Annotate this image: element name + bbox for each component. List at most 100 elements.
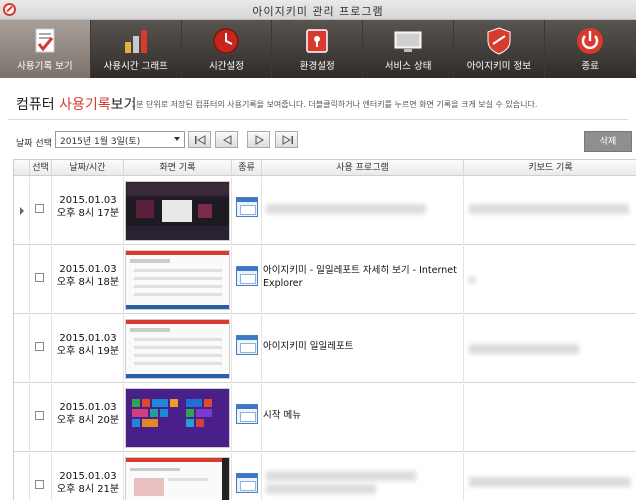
window-app-icon: [236, 197, 258, 217]
shield-icon: [487, 27, 511, 55]
row-selector[interactable]: [14, 384, 30, 452]
date-select[interactable]: 2015년 1월 3일(토): [55, 131, 185, 148]
page-title-prefix: 컴퓨터: [16, 97, 60, 113]
row-time: 오후 8시 19분: [56, 346, 120, 357]
header-screen[interactable]: 화면 기록: [124, 160, 232, 176]
row-checkbox[interactable]: [35, 411, 44, 420]
screen-thumbnail[interactable]: [125, 388, 230, 448]
next-icon: [255, 135, 265, 145]
toolbar-time-settings[interactable]: 시간설정: [182, 20, 273, 78]
date-label: 날짜 선택: [16, 139, 52, 149]
title-bar: 아이지키미 관리 프로그램: [0, 0, 636, 20]
window-app-icon: [236, 266, 258, 286]
table-row[interactable]: 2015.01.03 오후 8시 19분 아이지키미 일일레포트: [14, 315, 636, 383]
row-program-text: 아이지키미 - 일일레포트 자세히 보기 - Internet Explorer: [263, 265, 457, 289]
monitor-icon: [394, 31, 422, 52]
first-day-button[interactable]: [188, 131, 211, 148]
row-datetime: 2015.01.03 오후 8시 18분: [52, 263, 124, 289]
blurred-keyboard: [469, 204, 629, 214]
current-row-indicator-icon: [20, 207, 24, 215]
header-program[interactable]: 사용 프로그램: [262, 160, 464, 176]
header-keyboard[interactable]: 키보드 기록: [464, 160, 636, 176]
row-datetime: 2015.01.03 오후 8시 20분: [52, 401, 124, 427]
row-datetime: 2015.01.03 오후 8시 21분: [52, 470, 124, 496]
blurred-program: [266, 471, 416, 481]
toolbar-label: 사용시간 그래프: [103, 61, 168, 72]
toolbar-about[interactable]: 아이지키미 정보: [454, 20, 545, 78]
window-title: 아이지키미 관리 프로그램: [252, 5, 384, 18]
table-row[interactable]: 2015.01.03 오후 8시 21분: [14, 453, 636, 500]
toolbar-label: 시간설정: [209, 61, 244, 72]
toolbar-usage-graph[interactable]: 사용시간 그래프: [91, 20, 182, 78]
header-type[interactable]: 종류: [232, 160, 262, 176]
prev-icon: [222, 135, 232, 145]
blurred-keyboard: [469, 477, 631, 487]
clock-icon: [213, 28, 240, 54]
table-row[interactable]: 2015.01.03 오후 8시 20분 시작 메뉴: [14, 384, 636, 452]
cell-select: [30, 453, 52, 500]
screen-thumbnail[interactable]: [125, 250, 230, 310]
page-description: 1분 단위로 저장된 컴퓨터의 사용기록을 보여줍니다. 더블클릭하거나 엔터키…: [131, 100, 538, 109]
screen-thumbnail[interactable]: [125, 181, 230, 241]
row-time: 오후 8시 17분: [56, 208, 120, 219]
bar-graph-icon: [124, 30, 147, 53]
row-date: 2015.01.03: [59, 333, 117, 344]
next-day-button[interactable]: [247, 131, 270, 148]
window-app-icon: [236, 404, 258, 424]
row-checkbox[interactable]: [35, 480, 44, 489]
row-program: 아이지키미 - 일일레포트 자세히 보기 - Internet Explorer: [262, 246, 460, 314]
lock-settings-icon: [306, 29, 329, 53]
table-row[interactable]: 2015.01.03 오후 8시 18분 아이지키미 - 일일레포트 자세히 보기…: [14, 246, 636, 314]
row-time: 오후 8시 21분: [56, 484, 120, 495]
toolbar-label: 환경설정: [299, 61, 335, 72]
toolbar-service-status[interactable]: 서비스 상태: [363, 20, 454, 78]
blurred-keyboard: [469, 276, 475, 284]
page-title: 컴퓨터 사용기록보기: [16, 94, 136, 114]
row-selector[interactable]: [14, 246, 30, 314]
blurred-program: [266, 484, 376, 494]
table-row[interactable]: 2015.01.03 오후 8시 17분: [14, 177, 636, 245]
row-program: 아이지키미 일일레포트: [262, 315, 460, 383]
prev-day-button[interactable]: [215, 131, 238, 148]
skip-last-icon: [282, 135, 293, 145]
window-app-icon: [236, 335, 258, 355]
screen-thumbnail[interactable]: [125, 457, 230, 500]
toolbar-exit[interactable]: 종료: [545, 20, 636, 78]
row-time: 오후 8시 18분: [56, 277, 120, 288]
row-program: 시작 메뉴: [262, 384, 460, 452]
delete-button[interactable]: 삭제: [584, 131, 632, 152]
window-app-icon: [236, 473, 258, 493]
toolbar-usage-record[interactable]: 사용기록 보기: [0, 20, 91, 78]
toolbar-label: 종료: [581, 61, 599, 72]
date-select-value: 2015년 1월 3일(토): [60, 137, 141, 147]
record-check-icon: [35, 28, 55, 53]
blurred-program: [266, 204, 426, 214]
main-toolbar: 사용기록 보기 사용시간 그래프 시간설정 환경설정 서비스 상태 아이지키미 …: [0, 20, 636, 78]
row-selector[interactable]: [14, 453, 30, 500]
toolbar-label: 서비스 상태: [384, 61, 432, 72]
row-checkbox[interactable]: [35, 273, 44, 282]
row-keyboard: [466, 246, 636, 314]
row-program-text: 아이지키미 일일레포트: [263, 341, 354, 352]
toolbar-label: 사용기록 보기: [17, 61, 73, 72]
row-keyboard: [466, 384, 636, 452]
row-program-text: 시작 메뉴: [263, 410, 301, 421]
last-day-button[interactable]: [275, 131, 298, 148]
usage-record-grid: 선택 날짜/시간 화면 기록 종류 사용 프로그램 키보드 기록 2015.01…: [13, 159, 636, 500]
row-selector[interactable]: [14, 315, 30, 383]
row-selector[interactable]: [14, 177, 30, 245]
divider: [8, 119, 628, 120]
power-icon: [577, 28, 604, 54]
row-checkbox[interactable]: [35, 342, 44, 351]
row-time: 오후 8시 20분: [56, 415, 120, 426]
blurred-keyboard: [469, 344, 579, 354]
row-datetime: 2015.01.03 오후 8시 19분: [52, 332, 124, 358]
header-datetime[interactable]: 날짜/시간: [52, 160, 124, 176]
screen-thumbnail[interactable]: [125, 319, 230, 379]
row-checkbox[interactable]: [35, 204, 44, 213]
row-date: 2015.01.03: [59, 402, 117, 413]
toolbar-label: 아이지키미 정보: [466, 61, 531, 72]
toolbar-preferences[interactable]: 환경설정: [272, 20, 364, 78]
header-select[interactable]: 선택: [30, 160, 52, 176]
skip-first-icon: [195, 135, 206, 145]
